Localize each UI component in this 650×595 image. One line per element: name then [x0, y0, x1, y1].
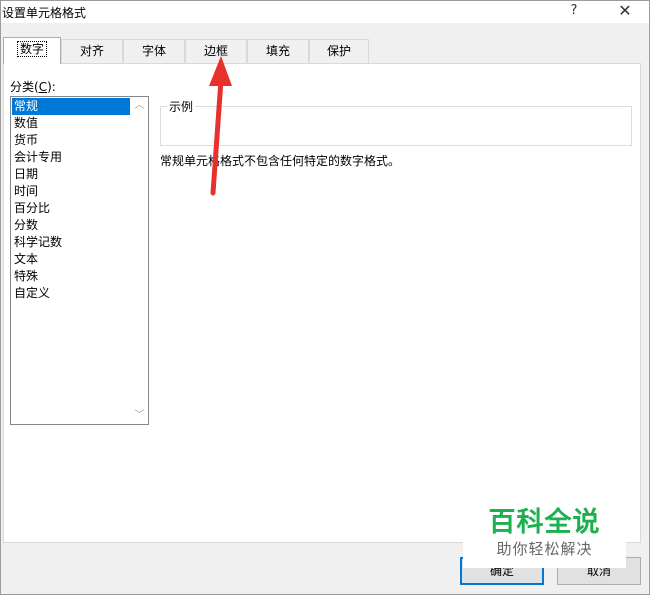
- scroll-up-icon[interactable]: ︿: [131, 97, 148, 114]
- sample-legend: 示例: [167, 98, 196, 115]
- tab-number[interactable]: 数字: [3, 37, 61, 64]
- tab-fill[interactable]: 填充: [247, 39, 309, 63]
- tab-font[interactable]: 字体: [123, 39, 185, 63]
- category-item-custom[interactable]: 自定义: [12, 285, 130, 302]
- tab-protection[interactable]: 保护: [309, 39, 369, 63]
- category-listbox[interactable]: 常规 数值 货币 会计专用 日期 时间 百分比 分数 科学记数 文本 特殊 自定…: [10, 96, 149, 425]
- title-bar[interactable]: 设置单元格格式 ? ✕: [1, 1, 649, 23]
- category-list: 常规 数值 货币 会计专用 日期 时间 百分比 分数 科学记数 文本 特殊 自定…: [12, 98, 130, 302]
- format-description: 常规单元格格式不包含任何特定的数字格式。: [160, 154, 401, 168]
- category-label-accesskey: C: [38, 80, 48, 94]
- category-scrollbar[interactable]: ︿ ﹀: [131, 97, 148, 424]
- category-item-accounting[interactable]: 会计专用: [12, 149, 130, 166]
- category-label-suffix: ):: [47, 80, 56, 94]
- category-label-prefix: 分类(: [10, 80, 39, 94]
- watermark: 百科全说 助你轻松解决: [463, 508, 626, 568]
- category-item-text[interactable]: 文本: [12, 251, 130, 268]
- sample-group: 示例: [160, 98, 632, 146]
- dialog-title: 设置单元格格式: [2, 6, 87, 20]
- category-item-special[interactable]: 特殊: [12, 268, 130, 285]
- category-item-number[interactable]: 数值: [12, 115, 130, 132]
- format-cells-dialog: 设置单元格格式 ? ✕ 数字 对齐 字体 边框 填充 保护 分类(C): 常规 …: [0, 0, 650, 595]
- scroll-down-icon[interactable]: ﹀: [131, 407, 148, 424]
- category-label: 分类(C):: [10, 78, 56, 95]
- category-item-percentage[interactable]: 百分比: [12, 200, 130, 217]
- category-item-scientific[interactable]: 科学记数: [12, 234, 130, 251]
- watermark-title: 百科全说: [488, 507, 601, 538]
- category-item-date[interactable]: 日期: [12, 166, 130, 183]
- tab-number-label: 数字: [16, 41, 47, 57]
- category-item-general[interactable]: 常规: [12, 98, 130, 115]
- number-tab-panel: 分类(C): 常规 数值 货币 会计专用 日期 时间 百分比 分数 科学记数 文…: [3, 63, 641, 543]
- category-item-currency[interactable]: 货币: [12, 132, 130, 149]
- tab-alignment[interactable]: 对齐: [61, 39, 123, 63]
- help-button[interactable]: ?: [556, 1, 592, 21]
- watermark-subtitle: 助你轻松解决: [496, 540, 593, 558]
- close-button[interactable]: ✕: [607, 1, 643, 21]
- category-item-time[interactable]: 时间: [12, 183, 130, 200]
- tab-border[interactable]: 边框: [185, 39, 247, 63]
- category-item-fraction[interactable]: 分数: [12, 217, 130, 234]
